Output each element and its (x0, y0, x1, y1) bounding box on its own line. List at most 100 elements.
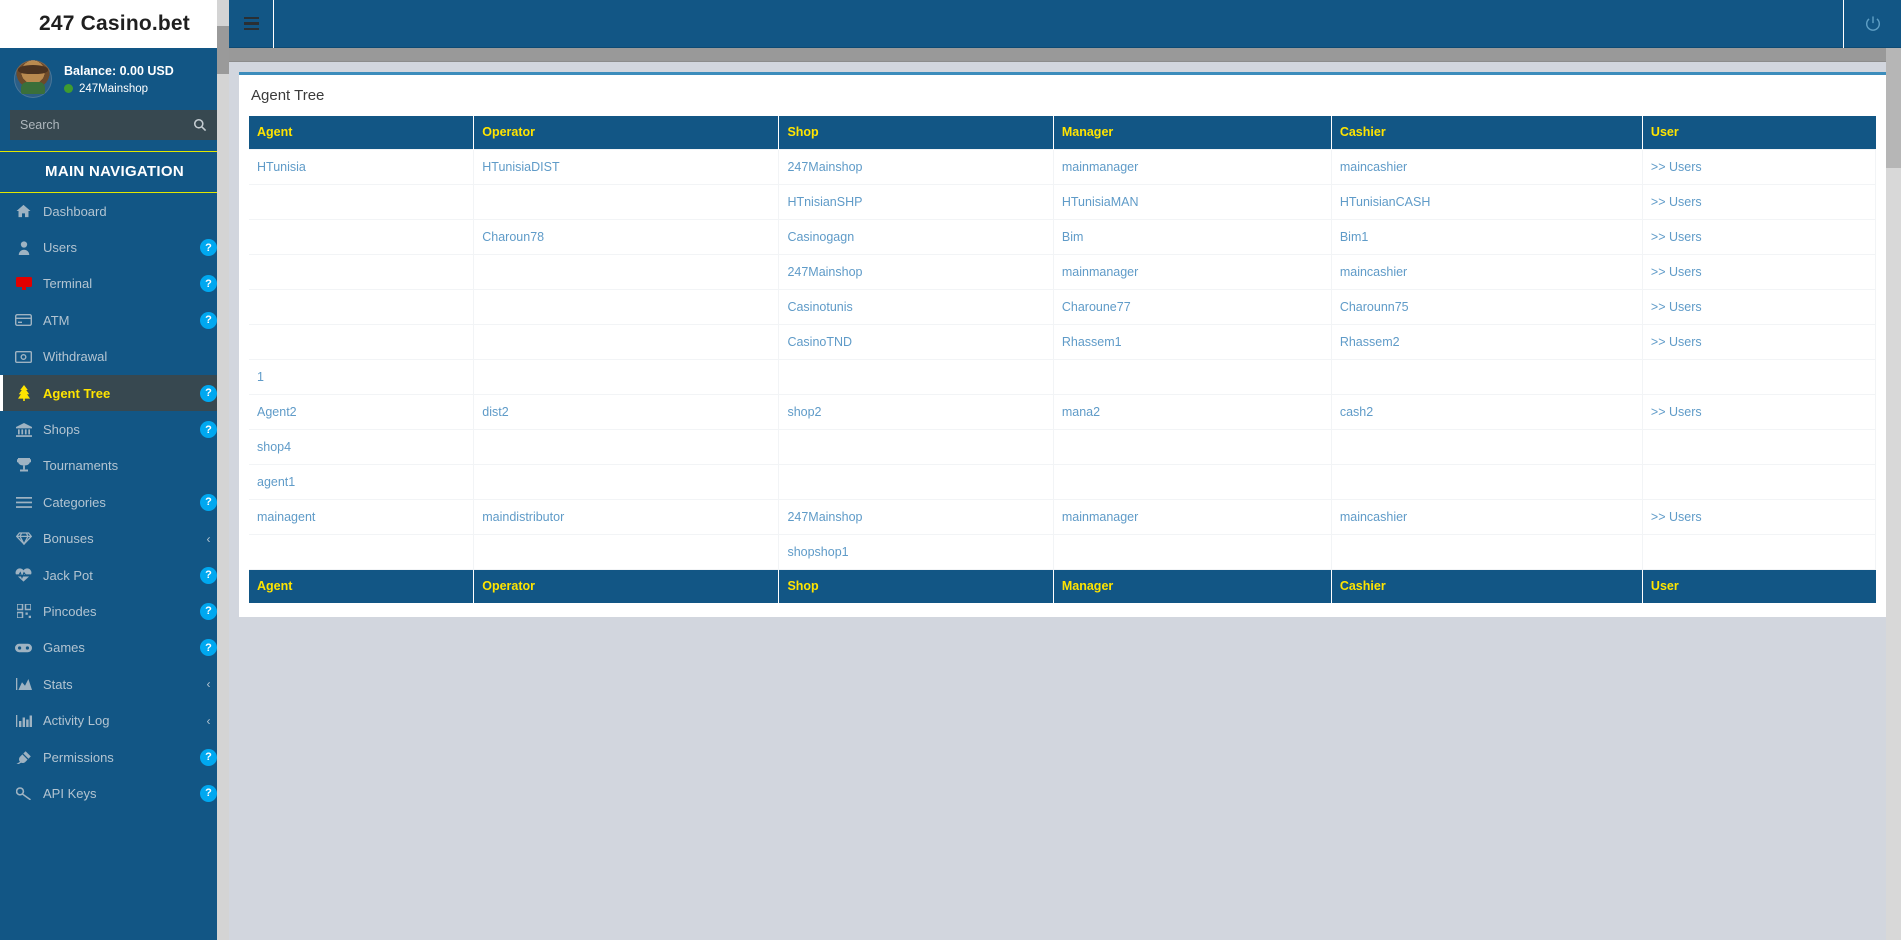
page-scrollbar-thumb[interactable] (1886, 48, 1901, 168)
search-input[interactable] (10, 110, 217, 140)
column-header-agent[interactable]: Agent (249, 116, 475, 150)
help-badge[interactable]: ? (200, 311, 217, 329)
help-badge[interactable]: ? (200, 639, 217, 657)
column-footer-cashier[interactable]: Cashier (1331, 569, 1643, 603)
sidebar-scrollbar[interactable] (217, 0, 229, 940)
sidebar-item-api-keys[interactable]: API Keys ? (0, 775, 229, 811)
sidebar-item-terminal[interactable]: Terminal ? (0, 266, 229, 302)
users-link[interactable]: >> Users (1651, 335, 1702, 349)
cell-manager: Charoune77 (1053, 289, 1332, 325)
cashier-link[interactable]: Charounn75 (1340, 300, 1409, 314)
column-footer-manager[interactable]: Manager (1053, 569, 1332, 603)
shop-link[interactable]: Casinogagn (787, 230, 854, 244)
agent-link[interactable]: shop4 (257, 440, 291, 454)
sidebar-item-permissions[interactable]: Permissions ? (0, 739, 229, 775)
manager-link[interactable]: mana2 (1062, 405, 1100, 419)
sidebar-item-tournaments[interactable]: Tournaments (0, 448, 229, 484)
cashier-link[interactable]: maincashier (1340, 510, 1407, 524)
manager-link[interactable]: mainmanager (1062, 160, 1138, 174)
shop-link[interactable]: Casinotunis (787, 300, 852, 314)
bank-icon (14, 422, 33, 438)
sidebar-item-dashboard[interactable]: Dashboard (0, 193, 229, 229)
sidebar-item-jackpot[interactable]: Jack Pot ? (0, 557, 229, 593)
horizontal-scrollbar[interactable] (229, 48, 1901, 62)
cashier-link[interactable]: HTunisianCASH (1340, 195, 1431, 209)
users-link[interactable]: >> Users (1651, 160, 1702, 174)
users-link[interactable]: >> Users (1651, 510, 1702, 524)
sidebar-item-stats[interactable]: Stats ‹ (0, 666, 229, 702)
sidebar-item-withdrawal[interactable]: Withdrawal (0, 339, 229, 375)
column-footer-agent[interactable]: Agent (249, 569, 475, 603)
help-badge[interactable]: ? (200, 493, 217, 511)
help-badge[interactable]: ? (200, 602, 217, 620)
users-link[interactable]: >> Users (1651, 195, 1702, 209)
agent-link[interactable]: agent1 (257, 475, 295, 489)
column-header-operator[interactable]: Operator (473, 116, 780, 150)
help-badge[interactable]: ? (200, 239, 217, 257)
manager-link[interactable]: mainmanager (1062, 265, 1138, 279)
users-link[interactable]: >> Users (1651, 230, 1702, 244)
users-link[interactable]: >> Users (1651, 300, 1702, 314)
manager-link[interactable]: Rhassem1 (1062, 335, 1122, 349)
sidebar-item-activity-log[interactable]: Activity Log ‹ (0, 702, 229, 738)
agent-link[interactable]: Agent2 (257, 405, 297, 419)
page-scrollbar[interactable] (1886, 48, 1901, 940)
sidebar-item-games[interactable]: Games ? (0, 630, 229, 666)
operator-link[interactable]: maindistributor (482, 510, 564, 524)
column-header-manager[interactable]: Manager (1053, 116, 1332, 150)
cashier-link[interactable]: maincashier (1340, 265, 1407, 279)
cashier-link[interactable]: Bim1 (1340, 230, 1368, 244)
users-link[interactable]: >> Users (1651, 265, 1702, 279)
agent-link[interactable]: 1 (257, 370, 264, 384)
shop-link[interactable]: 247Mainshop (787, 265, 862, 279)
cashier-link[interactable]: maincashier (1340, 160, 1407, 174)
help-badge[interactable]: ? (200, 748, 217, 766)
manager-link[interactable]: Bim (1062, 230, 1084, 244)
cell-cashier (1331, 359, 1643, 395)
search-button[interactable] (189, 110, 211, 140)
help-badge[interactable]: ? (200, 784, 217, 802)
column-header-shop[interactable]: Shop (778, 116, 1054, 150)
column-header-cashier[interactable]: Cashier (1331, 116, 1643, 150)
sidebar-item-label: Tournaments (43, 458, 119, 474)
cell-cashier: Rhassem2 (1331, 324, 1643, 360)
sidebar-item-agent-tree[interactable]: Agent Tree ? (0, 374, 229, 412)
brand-logo-bar[interactable]: 247 Casino.bet (0, 0, 229, 48)
sidebar-item-shops[interactable]: Shops ? (0, 411, 229, 447)
sidebar-item-users[interactable]: Users ? (0, 229, 229, 265)
users-link[interactable]: >> Users (1651, 405, 1702, 419)
shop-link[interactable]: shop2 (787, 405, 821, 419)
column-footer-operator[interactable]: Operator (473, 569, 780, 603)
shop-link[interactable]: 247Mainshop (787, 510, 862, 524)
column-footer-user[interactable]: User (1642, 569, 1876, 603)
manager-link[interactable]: mainmanager (1062, 510, 1138, 524)
shop-link[interactable]: shopshop1 (787, 545, 848, 559)
cell-shop: 247Mainshop (778, 149, 1054, 185)
manager-link[interactable]: Charoune77 (1062, 300, 1131, 314)
sidebar-item-bonuses[interactable]: Bonuses ‹ (0, 521, 229, 557)
help-badge[interactable]: ? (200, 384, 217, 402)
agent-link[interactable]: HTunisia (257, 160, 306, 174)
column-footer-shop[interactable]: Shop (778, 569, 1054, 603)
operator-link[interactable]: Charoun78 (482, 230, 544, 244)
help-badge[interactable]: ? (200, 275, 217, 293)
menu-toggle-button[interactable] (229, 0, 274, 48)
operator-link[interactable]: HTunisiaDIST (482, 160, 559, 174)
cashier-link[interactable]: Rhassem2 (1340, 335, 1400, 349)
shop-link[interactable]: CasinoTND (787, 335, 852, 349)
column-header-user[interactable]: User (1642, 116, 1876, 150)
operator-link[interactable]: dist2 (482, 405, 508, 419)
sidebar-scrollbar-thumb[interactable] (217, 26, 229, 74)
cashier-link[interactable]: cash2 (1340, 405, 1373, 419)
manager-link[interactable]: HTunisiaMAN (1062, 195, 1139, 209)
sidebar-item-atm[interactable]: ATM ? (0, 302, 229, 338)
shop-link[interactable]: HTnisianSHP (787, 195, 862, 209)
shop-link[interactable]: 247Mainshop (787, 160, 862, 174)
help-badge[interactable]: ? (200, 421, 217, 439)
sidebar-item-pincodes[interactable]: Pincodes ? (0, 593, 229, 629)
help-badge[interactable]: ? (200, 566, 217, 584)
logout-button[interactable] (1843, 0, 1901, 48)
agent-link[interactable]: mainagent (257, 510, 315, 524)
sidebar-item-categories[interactable]: Categories ? (0, 484, 229, 520)
table-row: shop4 (249, 429, 1877, 465)
